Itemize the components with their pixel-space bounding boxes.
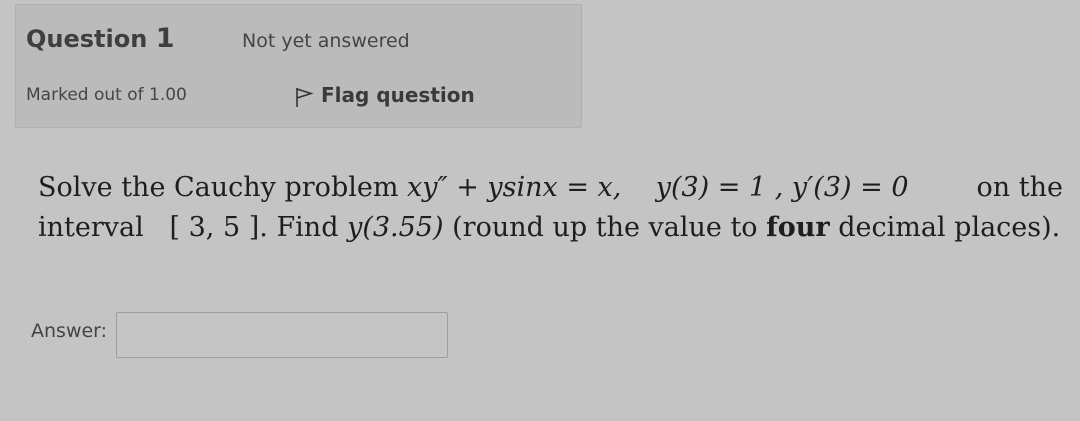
flag-icon (294, 86, 314, 108)
rounding-note-start: (round up the value to (452, 212, 758, 243)
rounding-note-end: decimal places). (838, 212, 1061, 243)
flag-question-button[interactable]: Flag question (294, 82, 475, 108)
flag-question-label: Flag question (321, 83, 475, 107)
question-info-panel: Question 1 Not yet answered Marked out o… (15, 4, 582, 128)
question-line1-end: on the (976, 172, 1063, 203)
initial-conditions: y(3) = 1 , y′(3) = 0 (655, 172, 909, 203)
interval-value: [ 3, 5 ]. (169, 212, 268, 243)
question-text-line-2: interval [ 3, 5 ]. Find y(3.55) (round u… (38, 208, 1063, 248)
question-number: 1 (155, 23, 175, 54)
question-label: Question (26, 25, 148, 53)
question-find-word: Find (276, 212, 339, 243)
answer-label: Answer: (31, 320, 108, 342)
question-text-line-1: Solve the Cauchy problem xy″ + ysinx = x… (38, 168, 1063, 208)
question-title: Question 1 (26, 23, 174, 54)
question-state: Not yet answered (242, 30, 410, 52)
question-text: Solve the Cauchy problem xy″ + ysinx = x… (38, 168, 1063, 248)
question-interval-word: interval (38, 212, 144, 243)
rounding-note-bold: four (766, 212, 830, 243)
differential-equation: xy″ + ysinx = x, (407, 172, 622, 203)
answer-input[interactable] (116, 312, 448, 358)
question-intro: Solve the Cauchy problem (38, 172, 399, 203)
target-value: y(3.55) (347, 212, 444, 243)
question-grade: Marked out of 1.00 (26, 85, 187, 105)
